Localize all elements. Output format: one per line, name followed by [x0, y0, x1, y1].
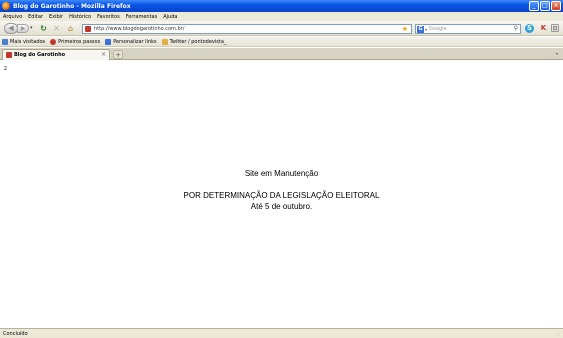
window-title: Blog do Garotinho - Mozilla Firefox: [13, 2, 131, 10]
menu-exibir[interactable]: Exibir: [49, 14, 63, 20]
minimize-button[interactable]: _: [529, 1, 539, 11]
addon-k-icon[interactable]: K: [539, 24, 548, 33]
tab-blog-do-garotinho[interactable]: Blog do Garotinho ×: [2, 49, 110, 60]
page-icon: [105, 38, 112, 45]
bookmark-twitter[interactable]: Twitter / pontodevista_: [161, 38, 227, 45]
search-input[interactable]: Google: [429, 26, 447, 32]
home-icon[interactable]: ⌂: [66, 24, 75, 33]
title-bar: Blog do Garotinho - Mozilla Firefox _ □ …: [0, 0, 563, 12]
bookmarks-toolbar: Mais visitados Primeiros passos Personal…: [0, 37, 563, 47]
menu-favoritos[interactable]: Favoritos: [97, 14, 120, 20]
page-content: z Site em Manutenção POR DETERMINAÇÃO DA…: [0, 61, 563, 328]
tab-label: Blog do Garotinho: [14, 52, 66, 58]
menu-arquivo[interactable]: Arquivo: [3, 14, 22, 20]
skype-icon[interactable]: S: [525, 24, 534, 33]
search-bar[interactable]: G ▾ Google ⚲: [415, 24, 521, 34]
resize-grip-icon[interactable]: ⋰: [557, 331, 562, 337]
maximize-button[interactable]: □: [540, 1, 550, 11]
menu-bar: Arquivo Editar Exibir Histórico Favorito…: [0, 12, 563, 21]
status-text: Concluído: [3, 330, 28, 337]
bookmark-label: Twitter / pontodevista_: [169, 38, 227, 45]
corner-mark: z: [4, 65, 8, 72]
bookmark-primeiros-passos[interactable]: Primeiros passos: [50, 38, 101, 45]
search-icon[interactable]: ⚲: [514, 25, 518, 33]
firefox-icon: [2, 2, 10, 10]
menu-editar[interactable]: Editar: [28, 14, 43, 20]
tab-close-icon[interactable]: ×: [101, 51, 106, 58]
menu-ferramentas[interactable]: Ferramentas: [126, 14, 158, 20]
maintenance-heading: Site em Manutenção: [244, 169, 319, 178]
bookmark-label: Primeiros passos: [58, 38, 101, 45]
search-engine-dropdown-icon[interactable]: ▾: [425, 27, 427, 32]
bookmark-label: Personalizar links: [113, 38, 157, 45]
history-dropdown-icon[interactable]: ▾: [30, 25, 33, 31]
legislation-notice: POR DETERMINAÇÃO DA LEGISLAÇÃO ELEITORAL: [183, 191, 380, 200]
addon-window-icon[interactable]: ⊡: [551, 24, 559, 32]
firefox-bookmark-icon: [50, 38, 57, 45]
folder-icon: [2, 38, 8, 45]
window-controls: _ □ ×: [529, 1, 561, 11]
menu-ajuda[interactable]: Ajuda: [163, 14, 177, 20]
bookmark-label: Mais visitados: [10, 38, 46, 45]
site-favicon-icon: [85, 26, 91, 32]
new-tab-button[interactable]: +: [113, 50, 123, 59]
bookmark-personalizar-links[interactable]: Personalizar links: [105, 38, 157, 45]
tab-list-dropdown-icon[interactable]: ▾: [553, 50, 561, 58]
close-button[interactable]: ×: [551, 1, 561, 11]
bookmark-mais-visitados[interactable]: Mais visitados: [2, 38, 46, 45]
stop-icon[interactable]: ✕: [52, 24, 61, 33]
menu-historico[interactable]: Histórico: [69, 14, 91, 20]
status-bar: Concluído ⋰: [0, 328, 563, 338]
google-icon[interactable]: G: [417, 25, 424, 33]
address-bar[interactable]: http://www.blogdogarotinho.com.br/ ★: [82, 24, 412, 34]
folder-icon: [161, 38, 168, 45]
return-date: Até 5 de outubro.: [250, 202, 313, 211]
navigation-toolbar: ◀ ▶ ▾ ↻ ✕ ⌂ http://www.blogdogarotinho.c…: [0, 21, 563, 36]
tab-strip: Blog do Garotinho × + ▾: [0, 48, 563, 60]
url-text[interactable]: http://www.blogdogarotinho.com.br/: [94, 26, 184, 32]
forward-button[interactable]: ▶: [17, 24, 29, 33]
back-button[interactable]: ◀: [4, 23, 18, 34]
bookmark-star-icon[interactable]: ★: [402, 25, 408, 33]
reload-icon[interactable]: ↻: [39, 24, 48, 33]
site-favicon-icon: [6, 52, 12, 58]
